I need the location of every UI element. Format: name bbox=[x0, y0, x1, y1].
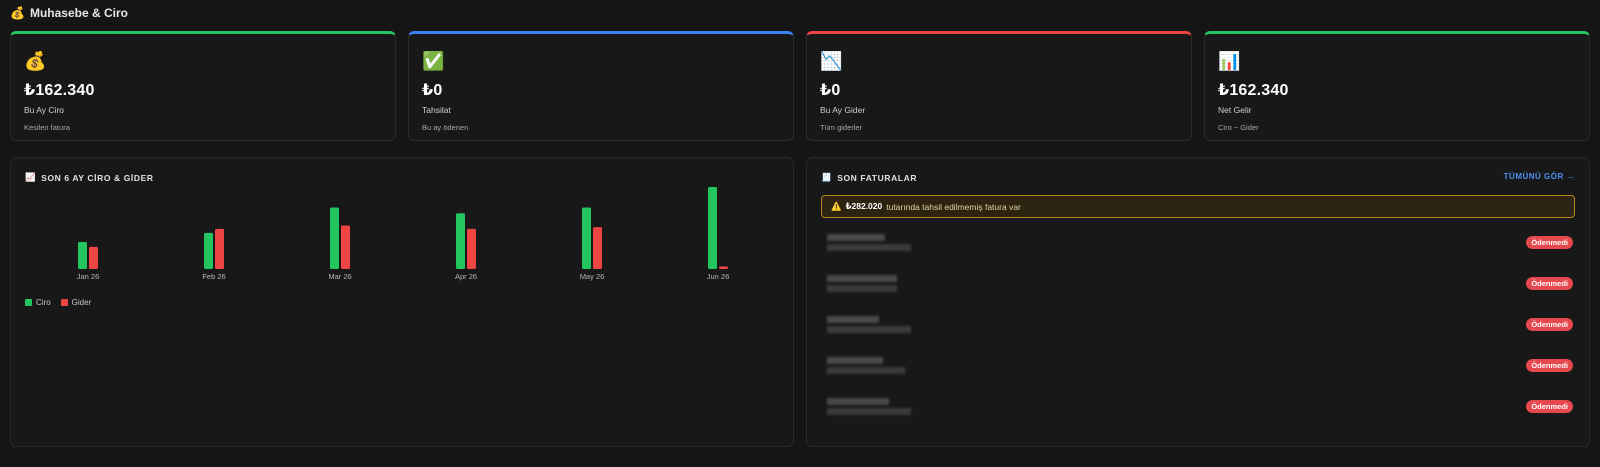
stat-card-monthly-expense: 📉 ₺0 Bu Ay Gider Tüm giderler bbox=[806, 31, 1192, 141]
legend-label-expense: Gider bbox=[71, 298, 92, 307]
redacted-invoice-name bbox=[827, 234, 885, 241]
stat-card-net-income: 📊 ₺162.340 Net Gelir Ciro − Gider bbox=[1204, 31, 1590, 141]
bar-gider-jan-26[interactable] bbox=[89, 246, 98, 269]
bar-ciro-jun-26[interactable] bbox=[708, 187, 717, 269]
invoice-row[interactable]: Ödenmedi bbox=[821, 388, 1575, 429]
x-tick-label: Jan 26 bbox=[77, 272, 100, 281]
status-badge: Ödenmedi bbox=[1526, 400, 1573, 413]
legend-swatch-expense bbox=[60, 299, 68, 306]
recent-invoices-panel: 🧾 SON FATURALAR TÜMÜNÜ GÖR → ⚠️ ₺282.020… bbox=[806, 157, 1590, 447]
stat-label: Bu Ay Gider bbox=[820, 105, 866, 115]
bar-gider-feb-26[interactable] bbox=[215, 228, 224, 269]
stat-value: ₺0 bbox=[422, 82, 443, 99]
invoice-row[interactable]: Ödenmedi bbox=[821, 224, 1575, 265]
bar-gider-may-26[interactable] bbox=[593, 227, 602, 269]
redacted-invoice-name bbox=[827, 316, 879, 323]
stat-card-monthly-revenue: 💰 ₺162.340 Bu Ay Ciro Kesilen fatura bbox=[10, 31, 396, 141]
stat-value: ₺162.340 bbox=[1218, 82, 1289, 99]
check-icon: ✅ bbox=[422, 51, 445, 71]
revenue-expense-chart-panel: 📈 SON 6 AY CİRO & GİDER Jan 26 Feb 26 Mar … bbox=[10, 157, 794, 447]
redacted-invoice-detail bbox=[827, 367, 905, 374]
bar-ciro-mar-26[interactable] bbox=[330, 207, 339, 270]
invoice-row[interactable]: Ödenmedi bbox=[821, 306, 1575, 347]
page-title-text: Muhasebe & Ciro bbox=[29, 6, 128, 20]
money-bag-icon: 💰 bbox=[10, 6, 25, 20]
x-tick-label: Feb 26 bbox=[202, 272, 225, 281]
x-tick-label: Mar 26 bbox=[328, 272, 351, 281]
stat-subtext: Kesilen fatura bbox=[24, 123, 70, 132]
bar-ciro-jan-26[interactable] bbox=[78, 241, 87, 269]
status-badge: Ödenmedi bbox=[1526, 236, 1573, 249]
invoices-panel-title: 🧾 SON FATURALAR bbox=[821, 172, 917, 183]
stats-row: 💰 ₺162.340 Bu Ay Ciro Kesilen fatura ✅ ₺… bbox=[10, 31, 1590, 141]
chart-legend: Ciro Gider bbox=[25, 298, 91, 307]
unpaid-invoices-alert: ⚠️ ₺282.020 tutarında tahsil edilmemiş f… bbox=[821, 195, 1575, 218]
bar-chart-icon: 📊 bbox=[1218, 51, 1241, 71]
redacted-invoice-detail bbox=[827, 408, 911, 415]
stat-label: Tahsilat bbox=[422, 105, 451, 115]
stat-subtext: Bu ay ödenen bbox=[422, 123, 469, 132]
redacted-invoice-detail bbox=[827, 326, 911, 333]
stat-label: Net Gelir bbox=[1218, 105, 1252, 115]
legend-item-revenue[interactable]: Ciro bbox=[25, 298, 51, 307]
stat-value: ₺162.340 bbox=[24, 82, 95, 99]
redacted-invoice-name bbox=[827, 275, 897, 282]
invoices-panel-title-text: SON FATURALAR bbox=[837, 172, 918, 183]
unpaid-amount: ₺282.020 bbox=[845, 201, 883, 211]
stat-label: Bu Ay Ciro bbox=[24, 105, 65, 115]
bar-ciro-feb-26[interactable] bbox=[204, 232, 213, 269]
legend-swatch-revenue bbox=[25, 299, 32, 306]
x-tick-label: Apr 26 bbox=[455, 272, 477, 281]
money-bag-icon: 💰 bbox=[24, 51, 47, 71]
stat-value: ₺0 bbox=[820, 82, 841, 99]
warning-icon: ⚠️ bbox=[831, 201, 842, 211]
page-title: 💰 Muhasebe & Ciro bbox=[10, 6, 128, 20]
receipt-icon: 🧾 bbox=[821, 172, 833, 182]
x-tick-label: May 26 bbox=[580, 272, 605, 281]
bar-ciro-may-26[interactable] bbox=[582, 207, 591, 270]
invoice-list: Ödenmedi Ödenmedi Ödenmedi Ödenmedi Öden… bbox=[821, 224, 1575, 429]
invoice-row[interactable]: Ödenmedi bbox=[821, 347, 1575, 388]
invoice-row[interactable]: Ödenmedi bbox=[821, 265, 1575, 306]
status-badge: Ödenmedi bbox=[1526, 277, 1573, 290]
stat-subtext: Tüm giderler bbox=[820, 123, 863, 132]
x-tick-label: Jun 26 bbox=[707, 272, 730, 281]
bar-ciro-apr-26[interactable] bbox=[456, 213, 465, 269]
revenue-expense-bar-chart: Jan 26 Feb 26 Mar 26 Apr 26 May 26 Jun 26 bbox=[77, 187, 730, 281]
stat-card-collection: ✅ ₺0 Tahsilat Bu ay ödenen bbox=[408, 31, 794, 141]
status-badge: Ödenmedi bbox=[1526, 359, 1573, 372]
bar-gider-mar-26[interactable] bbox=[341, 225, 350, 269]
chart-down-icon: 📉 bbox=[820, 51, 843, 71]
see-all-link[interactable]: TÜMÜNÜ GÖR → bbox=[1504, 172, 1575, 181]
redacted-invoice-detail bbox=[827, 244, 911, 251]
stat-subtext: Ciro − Gider bbox=[1218, 123, 1259, 132]
status-badge: Ödenmedi bbox=[1526, 318, 1573, 331]
bar-gider-apr-26[interactable] bbox=[467, 228, 476, 269]
legend-item-expense[interactable]: Gider bbox=[60, 298, 92, 307]
legend-label-revenue: Ciro bbox=[36, 298, 51, 307]
redacted-invoice-name bbox=[827, 357, 883, 364]
alert-text: tutarında tahsil edilmemiş fatura var bbox=[886, 201, 1021, 212]
bar-gider-jun-26[interactable] bbox=[719, 266, 728, 269]
redacted-invoice-detail bbox=[827, 285, 897, 292]
redacted-invoice-name bbox=[827, 398, 889, 405]
